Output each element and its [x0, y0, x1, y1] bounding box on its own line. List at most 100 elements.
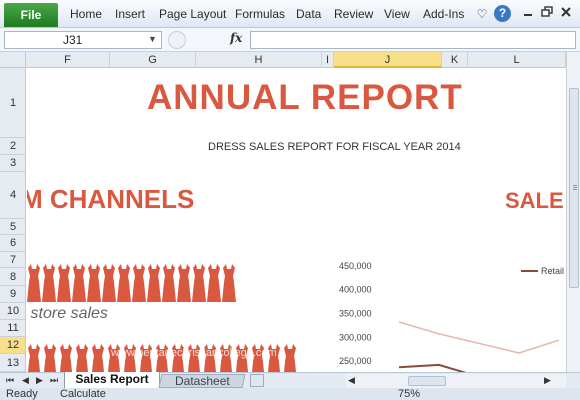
tab-data[interactable]: Data	[296, 7, 321, 21]
dress-icon	[283, 344, 297, 372]
insert-sheet-icon[interactable]	[250, 374, 264, 387]
horizontal-scrollbar[interactable]: ◀ ▶	[346, 374, 566, 388]
row-header-2[interactable]: 2	[0, 138, 25, 155]
expand-circle-icon[interactable]	[168, 31, 186, 49]
legend-label-retail: Retail	[541, 266, 564, 276]
report-subtitle: DRESS SALES REPORT FOR FISCAL YEAR 2014	[208, 141, 461, 153]
status-bar: Ready Calculate 75%	[0, 388, 580, 400]
dress-icon	[59, 344, 73, 372]
watermark-text: www.heritagechristiancollege.com	[111, 347, 277, 359]
zoom-level[interactable]: 75%	[398, 388, 420, 400]
row-header-3[interactable]: 3	[0, 155, 25, 172]
dress-icon	[43, 344, 57, 372]
scroll-left-icon[interactable]: ◀	[348, 375, 355, 386]
chevron-down-icon[interactable]: ▼	[148, 34, 157, 44]
row-header-11[interactable]: 11	[0, 320, 25, 337]
column-header-j[interactable]: J	[334, 52, 442, 68]
series-line-retail	[398, 363, 467, 372]
dress-icon	[177, 264, 191, 307]
sheet-tab-datasheet-label: Datasheet	[174, 374, 230, 388]
dress-icon	[117, 264, 131, 307]
retail-caption: il store sales	[27, 305, 108, 322]
sheet-tab-sales-report[interactable]: Sales Report	[64, 372, 160, 389]
y-tick-label: 300,000	[339, 332, 372, 342]
y-tick-label: 450,000	[339, 261, 372, 271]
insert-function-button[interactable]: fx	[230, 31, 242, 45]
tab-review[interactable]: Review	[334, 7, 373, 21]
column-header-l[interactable]: L	[468, 52, 566, 68]
ribbon-tab-bar: File Home Insert Page Layout Formulas Da…	[0, 0, 580, 28]
formula-input[interactable]	[250, 31, 576, 49]
select-all-corner[interactable]	[0, 52, 26, 68]
sales-heading: SALE	[505, 188, 564, 213]
sheet-tab-datasheet[interactable]: Datasheet	[158, 374, 246, 388]
dress-icon	[91, 344, 105, 372]
row-header-10[interactable]: 10	[0, 303, 25, 320]
help-icon[interactable]: ?	[494, 5, 511, 22]
column-headers: F G H I J K L	[26, 52, 566, 68]
y-tick-label: 400,000	[339, 285, 372, 295]
column-header-h[interactable]: H	[196, 52, 322, 68]
tab-page-layout[interactable]: Page Layout	[159, 7, 226, 21]
dress-icon	[162, 264, 176, 307]
dress-icon	[87, 264, 101, 307]
dress-icon	[222, 264, 236, 307]
worksheet-grid[interactable]: ANNUAL REPORT DRESS SALES REPORT FOR FIS…	[27, 68, 566, 372]
heart-icon[interactable]: ♡	[474, 6, 490, 22]
row-header-13[interactable]: 13	[0, 354, 25, 372]
row-header-6[interactable]: 6	[0, 235, 25, 252]
y-tick-label: 250,000	[339, 356, 372, 366]
dress-icon	[207, 264, 221, 307]
formula-bar: J31 ▼ fx	[0, 28, 580, 52]
dress-icon	[147, 264, 161, 307]
dress-icon	[192, 264, 206, 307]
formula-controls: fx	[164, 30, 250, 50]
channels-heading: M CHANNELS	[27, 184, 195, 214]
sales-line-chart[interactable]: 450,000 400,000 350,000 300,000 250,000 Retai…	[327, 253, 566, 372]
excel-window: File Home Insert Page Layout Formulas Da…	[0, 0, 580, 400]
vertical-scrollbar[interactable]	[566, 52, 580, 372]
sheet-tab-bar: ⏮ ◀ ▶ ⏭ Sales Report Datasheet ◀ ▶	[0, 372, 580, 389]
column-header-k[interactable]: K	[442, 52, 468, 68]
dress-icon	[102, 264, 116, 307]
minimize-icon[interactable]	[520, 6, 536, 22]
column-header-i[interactable]: I	[322, 52, 334, 68]
prev-sheet-icon[interactable]: ◀	[22, 375, 29, 386]
last-sheet-icon[interactable]: ⏭	[50, 375, 58, 386]
row-header-4[interactable]: 4	[0, 172, 25, 219]
tab-add-ins[interactable]: Add-Ins	[423, 7, 464, 21]
row-header-7[interactable]: 7	[0, 252, 25, 268]
file-tab[interactable]: File	[4, 3, 58, 27]
tab-insert[interactable]: Insert	[115, 7, 145, 21]
close-icon[interactable]	[558, 6, 574, 22]
tab-view[interactable]: View	[384, 7, 410, 21]
tab-formulas[interactable]: Formulas	[235, 7, 285, 21]
status-ready: Ready	[6, 388, 38, 400]
name-box[interactable]: J31	[4, 31, 162, 49]
y-tick-label: 350,000	[339, 309, 372, 319]
row-header-8[interactable]: 8	[0, 268, 25, 286]
row-header-1[interactable]: 1	[0, 68, 25, 138]
series-line-secondary	[398, 321, 560, 354]
dress-icon	[27, 264, 41, 307]
row-header-5[interactable]: 5	[0, 219, 25, 235]
horizontal-scroll-thumb[interactable]	[408, 376, 446, 386]
tab-home[interactable]: Home	[70, 7, 102, 21]
vertical-scroll-thumb[interactable]	[569, 88, 579, 288]
first-sheet-icon[interactable]: ⏮	[6, 375, 14, 386]
column-header-g[interactable]: G	[110, 52, 196, 68]
dress-icon	[72, 264, 86, 307]
report-title: ANNUAL REPORT	[147, 78, 463, 117]
dress-pictograph-row-retail	[27, 264, 247, 306]
dress-icon	[75, 344, 89, 372]
status-calculate[interactable]: Calculate	[60, 388, 106, 400]
column-header-f[interactable]: F	[26, 52, 110, 68]
row-header-12[interactable]: 12	[0, 337, 25, 354]
next-sheet-icon[interactable]: ▶	[36, 375, 43, 386]
dress-icon	[27, 344, 41, 372]
scroll-right-icon[interactable]: ▶	[544, 375, 551, 386]
row-header-9[interactable]: 9	[0, 286, 25, 303]
dress-icon	[42, 264, 56, 307]
restore-icon[interactable]	[539, 6, 555, 22]
dress-icon	[57, 264, 71, 307]
